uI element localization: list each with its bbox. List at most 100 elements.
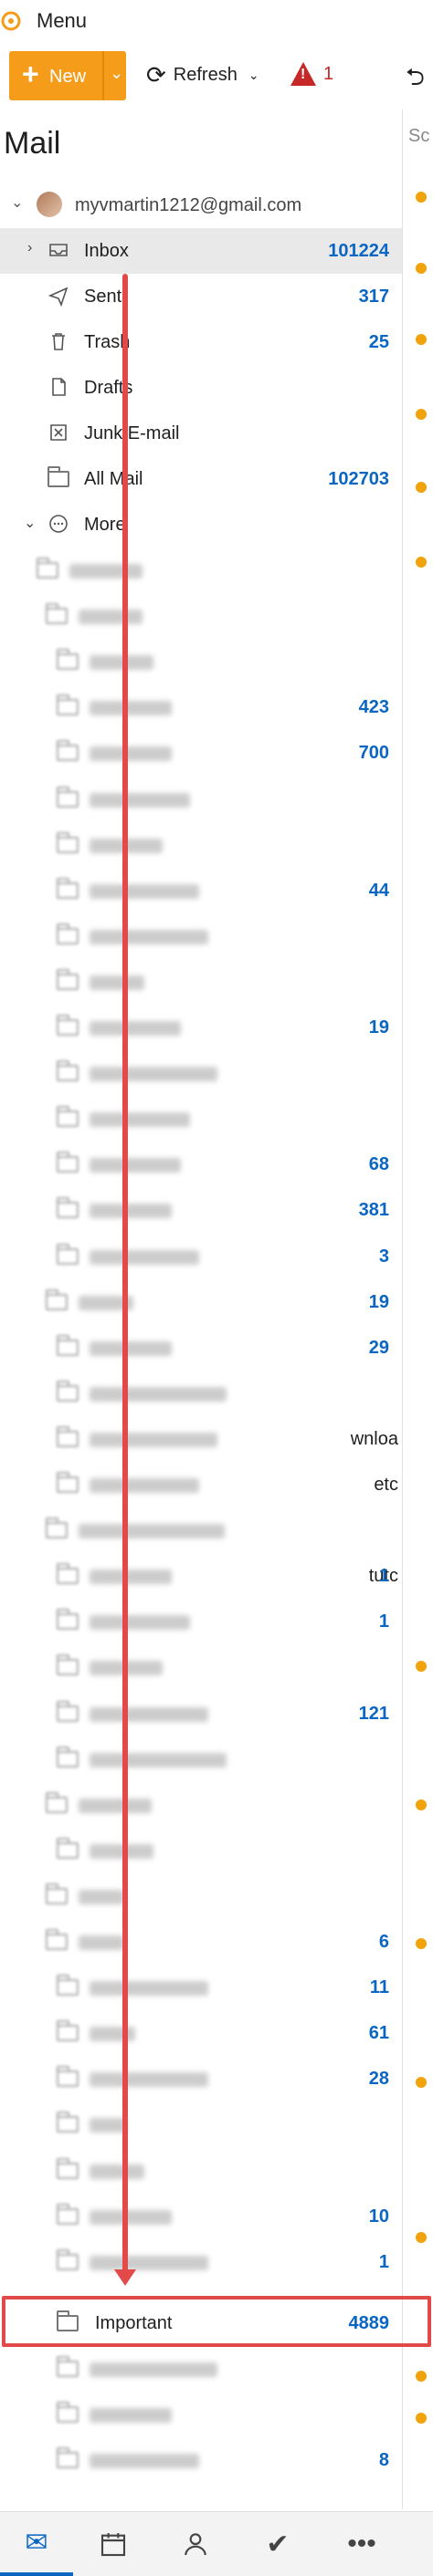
redacted-folder-name — [90, 1021, 181, 1036]
folder-row[interactable] — [0, 639, 402, 684]
folder-row[interactable]: 121 — [0, 1691, 402, 1736]
folder-sent[interactable]: Sent 317 — [0, 274, 402, 319]
new-button[interactable]: + New ⌄ — [9, 51, 126, 100]
folder-name: Sent — [84, 287, 122, 307]
unread-count: 1 — [378, 2251, 389, 2272]
redacted-folder-name — [90, 1249, 199, 1265]
folder-row[interactable] — [0, 822, 402, 868]
folder-row[interactable]: 423 — [0, 684, 402, 730]
folder-trash[interactable]: Trash 25 — [0, 319, 402, 365]
folder-row[interactable]: 1 — [0, 2239, 402, 2285]
folder-icon — [57, 2112, 79, 2133]
folder-row[interactable]: 29 — [0, 1325, 402, 1371]
folder-row[interactable] — [0, 1507, 402, 1553]
redacted-folder-name — [79, 1524, 225, 1539]
collapse-chevron-icon[interactable]: ⌄ — [11, 193, 23, 212]
folder-icon — [57, 2203, 79, 2225]
folder-row[interactable] — [0, 1371, 402, 1416]
draft-icon — [52, 378, 66, 396]
collapse-chevron-icon[interactable]: ⌄ — [24, 514, 36, 532]
unread-dot — [416, 1799, 427, 1810]
folder-inbox[interactable]: › Inbox 101224 — [0, 228, 402, 274]
alert-indicator[interactable]: 1 — [290, 62, 333, 86]
folder-row[interactable] — [0, 2392, 402, 2437]
unread-count: 102703 — [328, 469, 389, 489]
alert-count: 1 — [323, 63, 334, 84]
junk-icon — [50, 424, 67, 441]
trash-icon — [52, 333, 65, 350]
folder-name-fragment: wnloa — [350, 1428, 398, 1449]
folder-row[interactable] — [0, 1736, 402, 1782]
folder-drafts[interactable]: Drafts — [0, 365, 402, 411]
more-icon[interactable]: ••• — [325, 2512, 398, 2576]
unread-dot — [416, 2232, 427, 2243]
folder-row[interactable]: 61 — [0, 2010, 402, 2056]
folder-row[interactable]: 19 — [0, 1279, 402, 1325]
folder-row[interactable]: 10 — [0, 2194, 402, 2239]
folder-row[interactable] — [0, 1644, 402, 1690]
folder-row[interactable] — [0, 1828, 402, 1873]
folder-row[interactable] — [0, 548, 402, 593]
folder-icon — [57, 2447, 79, 2468]
refresh-button[interactable]: ⟳ Refresh ⌄ — [146, 58, 259, 91]
mail-icon[interactable]: ✉ — [0, 2512, 73, 2576]
menu-button[interactable]: Menu — [37, 9, 87, 33]
folder-row[interactable] — [0, 1782, 402, 1828]
tasks-icon[interactable]: ✔ — [241, 2512, 314, 2576]
account-row[interactable]: ⌄ myvmartin1212@gmail.com — [0, 188, 402, 224]
folder-row[interactable]: 1 — [0, 1599, 402, 1644]
folder-row[interactable] — [0, 2101, 402, 2147]
people-icon[interactable] — [159, 2512, 232, 2576]
folder-icon — [57, 2066, 79, 2088]
folder-row[interactable]: etc — [0, 1462, 402, 1507]
new-dropdown-chevron-icon[interactable]: ⌄ — [110, 64, 123, 83]
app-logo-icon[interactable] — [0, 9, 24, 33]
folder-row[interactable]: 68 — [0, 1142, 402, 1187]
mail-heading: Mail — [4, 126, 61, 161]
folder-icon — [57, 1106, 79, 1128]
folder-row[interactable]: tutc 1 — [0, 1553, 402, 1599]
folder-row[interactable] — [0, 1873, 402, 1919]
folder-pane: Mail ⌄ myvmartin1212@gmail.com › Inbox 1… — [0, 110, 402, 2509]
folder-name-fragment: etc — [374, 1475, 398, 1495]
folder-all-mail[interactable]: All Mail 102703 — [0, 456, 402, 502]
folder-row[interactable] — [0, 593, 402, 639]
folder-junk[interactable]: Junk E-mail — [0, 411, 402, 456]
folder-row[interactable] — [0, 1096, 402, 1142]
unread-count: 121 — [358, 1703, 389, 1724]
folder-row[interactable]: 28 — [0, 2056, 402, 2101]
folder-row[interactable] — [0, 777, 402, 822]
redacted-folder-name — [90, 2362, 217, 2377]
folder-row[interactable] — [0, 913, 402, 959]
folder-row[interactable]: 44 — [0, 868, 402, 913]
folder-icon — [46, 1791, 68, 1813]
unread-count: 700 — [358, 743, 389, 764]
folder-row[interactable] — [0, 1050, 402, 1096]
folder-row[interactable]: 700 — [0, 730, 402, 776]
folder-row[interactable]: wnloa — [0, 1416, 402, 1462]
folder-row[interactable]: 11 — [0, 1965, 402, 2010]
folder-row[interactable] — [0, 2148, 402, 2194]
refresh-dropdown-chevron-icon[interactable]: ⌄ — [248, 68, 259, 83]
annotation-arrow-head — [114, 2269, 136, 2286]
folder-row[interactable] — [0, 959, 402, 1005]
expand-chevron-icon[interactable]: › — [27, 240, 32, 256]
folder-row[interactable]: 19 — [0, 1005, 402, 1050]
unread-count: 25 — [368, 332, 389, 352]
folder-row[interactable]: 8 — [0, 2437, 402, 2483]
folder-row[interactable]: 6 — [0, 1919, 402, 1965]
folder-row[interactable]: 381 — [0, 1187, 402, 1233]
folder-row[interactable]: 3 — [0, 1234, 402, 1279]
unread-count: 317 — [358, 287, 389, 307]
back-arrow-icon[interactable]: ⮌ — [406, 60, 425, 100]
redacted-folder-name — [69, 564, 143, 579]
redacted-folder-name — [90, 2027, 135, 2042]
folder-row[interactable] — [0, 2346, 402, 2392]
unread-dot — [416, 1661, 427, 1672]
calendar-icon[interactable] — [77, 2512, 150, 2576]
folder-more[interactable]: ⌄ More — [0, 502, 402, 548]
folder-icon — [57, 2248, 79, 2270]
menubar: Menu — [0, 0, 433, 40]
folder-icon — [57, 1015, 79, 1036]
folder-icon — [57, 831, 79, 853]
